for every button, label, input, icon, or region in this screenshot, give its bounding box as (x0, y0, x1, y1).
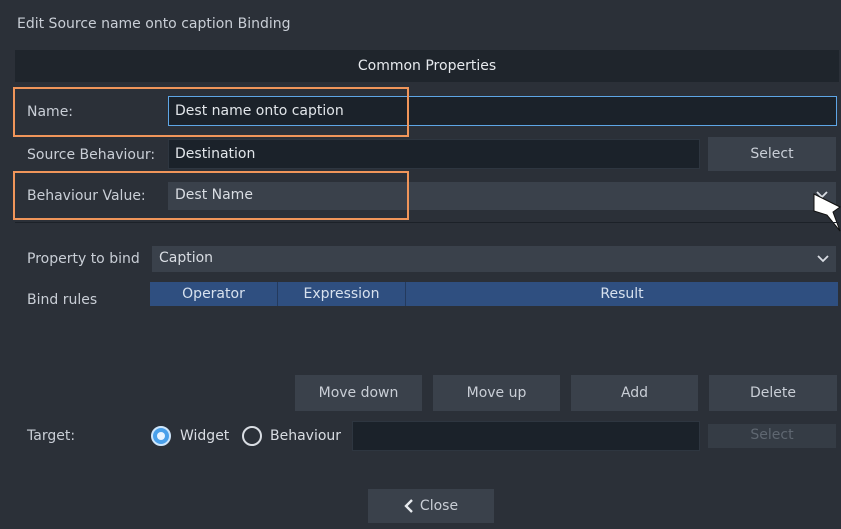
target-label: Target: (27, 428, 76, 444)
add-button[interactable]: Add (571, 375, 698, 411)
column-header-expression[interactable]: Expression (278, 282, 405, 306)
widget-radio-label[interactable]: Widget (180, 422, 229, 450)
column-divider (405, 282, 406, 306)
behaviour-radio[interactable] (242, 426, 262, 446)
delete-button[interactable]: Delete (709, 375, 837, 411)
window-title: Edit Source name onto caption Binding (17, 16, 291, 32)
mouse-cursor-icon (813, 193, 841, 232)
property-to-bind-text: Caption (159, 250, 214, 266)
move-up-button[interactable]: Move up (433, 375, 560, 411)
close-button[interactable]: Close (368, 489, 494, 523)
bind-rules-table-body[interactable] (150, 306, 838, 370)
property-to-bind-label: Property to bind (27, 251, 140, 267)
target-select-button: Select (708, 424, 836, 448)
widget-radio[interactable] (151, 426, 171, 446)
move-down-button[interactable]: Move down (295, 375, 422, 411)
column-header-operator[interactable]: Operator (150, 282, 277, 306)
behaviour-value-highlight-box (13, 171, 409, 220)
divider (15, 222, 839, 223)
behaviour-radio-label[interactable]: Behaviour (270, 422, 341, 450)
property-to-bind-dropdown[interactable]: Caption (152, 246, 836, 272)
source-behaviour-select-button[interactable]: Select (708, 137, 836, 171)
property-to-bind-chevron-down-icon[interactable] (816, 252, 830, 266)
target-behaviour-input[interactable] (352, 421, 700, 451)
source-behaviour-input[interactable]: Destination (168, 139, 700, 169)
bind-rules-label: Bind rules (27, 292, 98, 308)
source-behaviour-label: Source Behaviour: (27, 147, 156, 163)
column-header-result[interactable]: Result (406, 282, 838, 306)
section-header: Common Properties (15, 50, 839, 82)
close-label: Close (419, 498, 459, 514)
name-highlight-box (13, 87, 409, 137)
chevron-left-icon (404, 499, 413, 513)
column-divider (277, 282, 278, 306)
